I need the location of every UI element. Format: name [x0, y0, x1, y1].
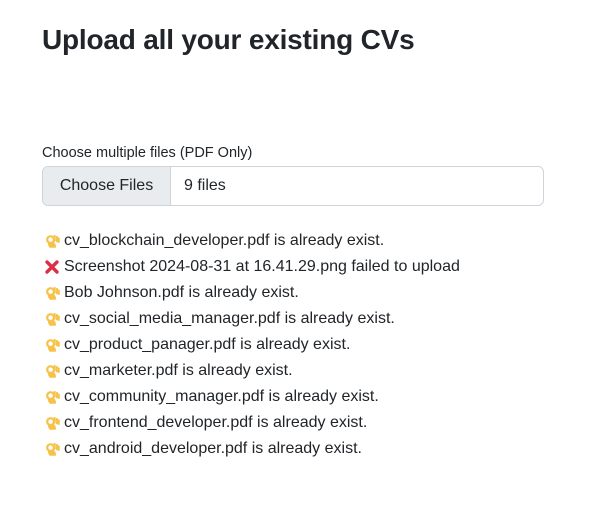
list-item: cv_marketer.pdf is already exist.: [42, 358, 460, 384]
ok-hand-icon: [42, 387, 62, 407]
result-message: cv_marketer.pdf is already exist.: [64, 362, 293, 379]
result-message: Screenshot 2024-08-31 at 16.41.29.png fa…: [64, 258, 460, 275]
selected-files-count: 9 files: [184, 177, 226, 194]
ok-hand-icon: [42, 231, 62, 251]
list-item: cv_android_developer.pdf is already exis…: [42, 436, 460, 462]
list-item: cv_blockchain_developer.pdf is already e…: [42, 228, 460, 254]
choose-files-button[interactable]: Choose Files: [43, 167, 171, 205]
result-message: cv_blockchain_developer.pdf is already e…: [64, 232, 385, 249]
result-message: cv_community_manager.pdf is already exis…: [64, 388, 379, 405]
list-item: cv_product_panager.pdf is already exist.: [42, 332, 460, 358]
result-message: cv_frontend_developer.pdf is already exi…: [64, 414, 368, 431]
file-upload-input[interactable]: Choose Files 9 files: [42, 166, 544, 206]
list-item: Bob Johnson.pdf is already exist.: [42, 280, 460, 306]
file-upload-label: Choose multiple files (PDF Only): [42, 145, 253, 161]
upload-results-list: cv_blockchain_developer.pdf is already e…: [42, 228, 460, 462]
result-message: cv_social_media_manager.pdf is already e…: [64, 310, 395, 327]
ok-hand-icon: [42, 439, 62, 459]
ok-hand-icon: [42, 309, 62, 329]
list-item: cv_frontend_developer.pdf is already exi…: [42, 410, 460, 436]
list-item: Screenshot 2024-08-31 at 16.41.29.png fa…: [42, 254, 460, 280]
result-message: cv_android_developer.pdf is already exis…: [64, 440, 362, 457]
ok-hand-icon: [42, 413, 62, 433]
result-message: cv_product_panager.pdf is already exist.: [64, 336, 351, 353]
cross-mark-icon: [42, 257, 62, 277]
result-message: Bob Johnson.pdf is already exist.: [64, 284, 299, 301]
ok-hand-icon: [42, 283, 62, 303]
ok-hand-icon: [42, 361, 62, 381]
list-item: cv_community_manager.pdf is already exis…: [42, 384, 460, 410]
ok-hand-icon: [42, 335, 62, 355]
list-item: cv_social_media_manager.pdf is already e…: [42, 306, 460, 332]
page-title: Upload all your existing CVs: [42, 24, 415, 55]
